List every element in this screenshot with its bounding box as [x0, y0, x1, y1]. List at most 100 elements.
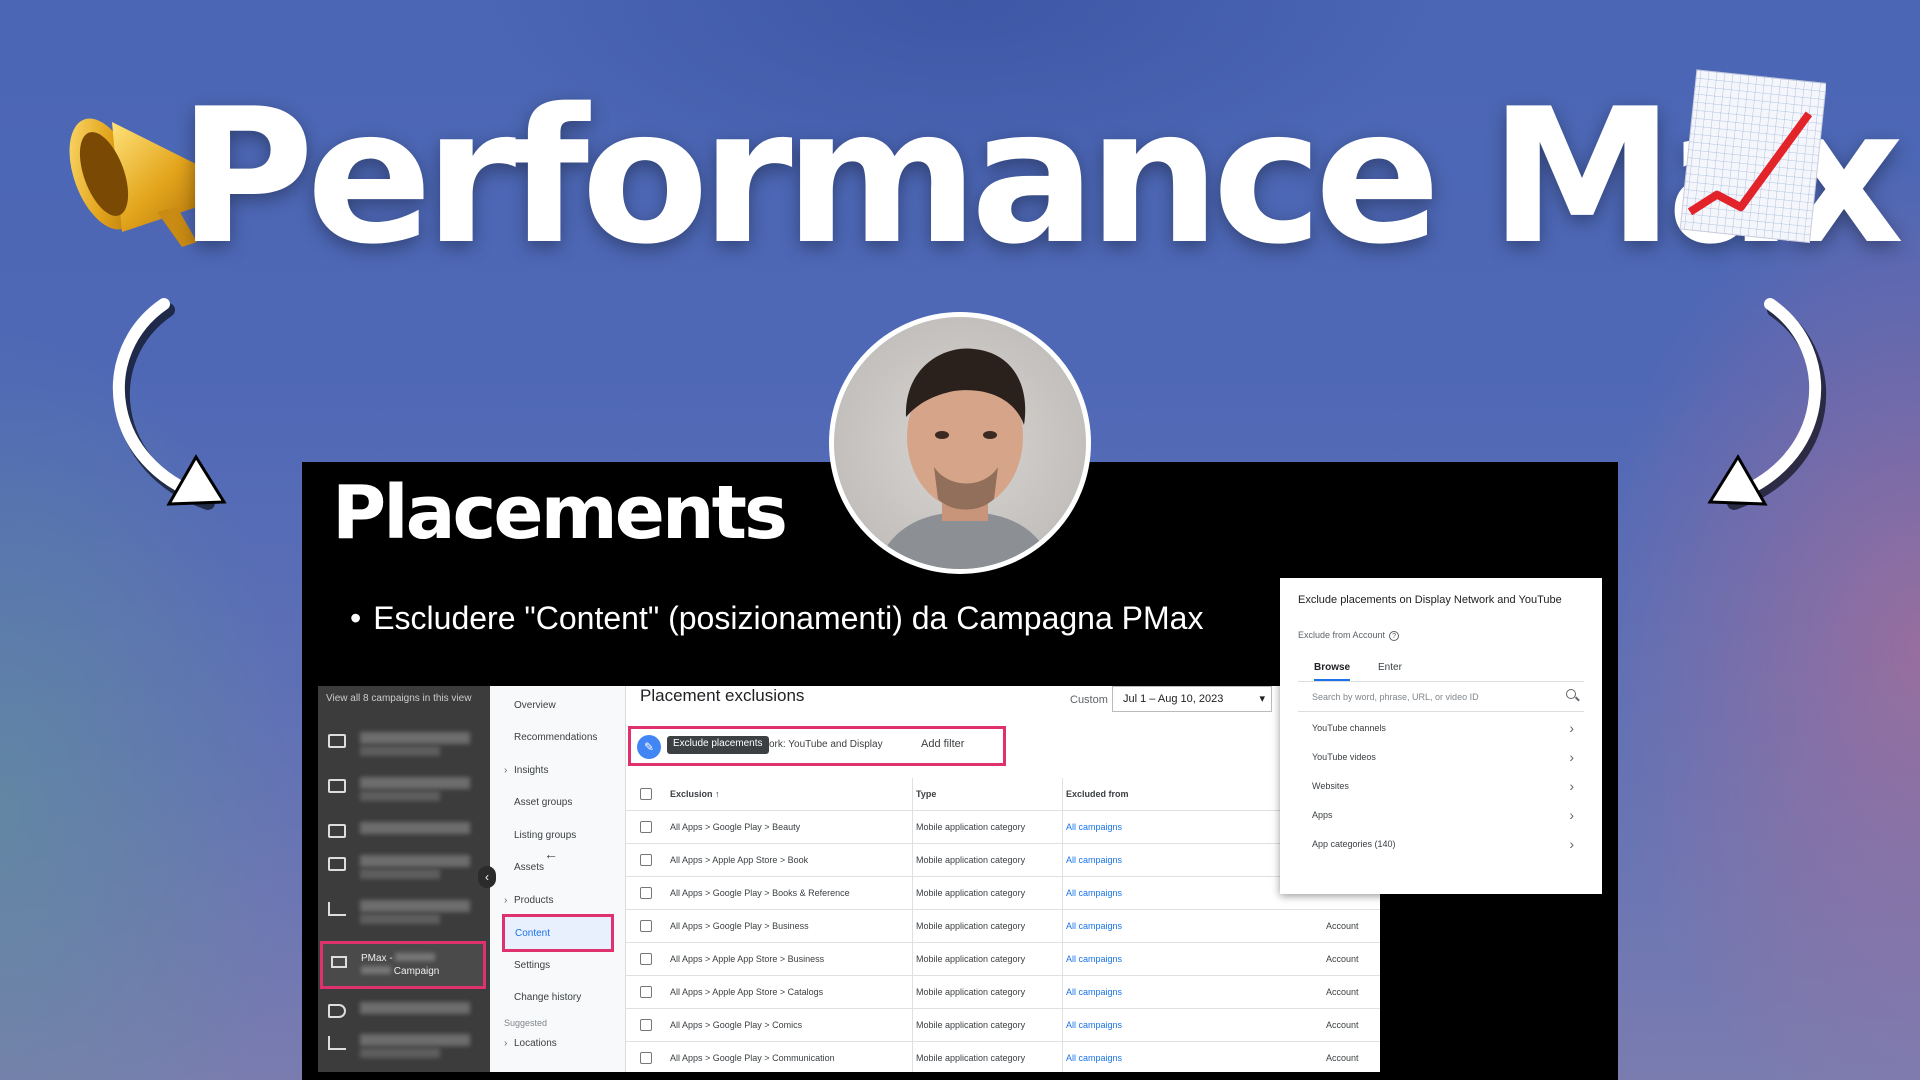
table-row[interactable]: All Apps > Apple App Store > Catalogs Mob… [626, 976, 1380, 1009]
blurred-name [360, 822, 470, 834]
excluded-from-link[interactable]: All campaigns [1066, 888, 1122, 898]
performance-campaign-icon [331, 956, 347, 968]
nav-assets[interactable]: Assets [514, 862, 544, 873]
excluded-from-link[interactable]: All campaigns [1066, 822, 1122, 832]
nav-change-history[interactable]: Change history [514, 992, 581, 1003]
column-label: Exclusion [670, 789, 713, 799]
column-header-exclusion[interactable]: Exclusion ↑ [670, 789, 720, 799]
column-divider [1062, 1009, 1063, 1042]
nav-settings[interactable]: Settings [514, 960, 550, 971]
page-nav: Overview Recommendations Insights Asset … [490, 686, 626, 1072]
column-divider [1062, 811, 1063, 844]
search-campaign-icon [328, 734, 346, 748]
sort-arrow-up-icon: ↑ [715, 789, 720, 799]
add-filter-button[interactable]: Add filter [921, 738, 964, 750]
date-range-selector[interactable]: Jul 1 – Aug 10, 2023 [1112, 686, 1272, 712]
exclusion-cell: All Apps > Apple App Store > Catalogs [670, 987, 824, 997]
nav-content[interactable]: Content [502, 914, 614, 952]
column-header-type[interactable]: Type [916, 789, 936, 799]
nav-locations[interactable]: Locations [504, 1038, 557, 1049]
blurred-name [360, 732, 470, 744]
campaign-item[interactable] [324, 771, 484, 805]
table-row[interactable]: All Apps > Google Play > Comics Mobile ap… [626, 1009, 1380, 1042]
exclusion-cell: All Apps > Apple App Store > Book [670, 855, 809, 865]
row-checkbox[interactable] [640, 953, 652, 965]
search-icon [1566, 689, 1576, 699]
row-checkbox[interactable] [640, 1052, 652, 1064]
chevron-right-icon: › [1569, 836, 1574, 852]
select-all-checkbox[interactable] [640, 788, 652, 800]
nav-insights[interactable]: Insights [504, 765, 549, 776]
campaign-item[interactable] [324, 894, 484, 928]
table-row[interactable]: All Apps > Google Play > Beauty Mobile ap… [626, 811, 1380, 844]
back-arrow-icon[interactable]: ← [544, 846, 558, 862]
column-header-excluded-from[interactable]: Excluded from [1066, 789, 1129, 799]
view-all-campaigns-link[interactable]: View all 8 campaigns in this view [318, 686, 490, 711]
pmax-campaign-item[interactable]: PMax - Campaign [320, 941, 486, 989]
campaign-item[interactable] [324, 726, 484, 760]
panel-category-item[interactable]: YouTube channels › [1298, 714, 1584, 743]
nav-overview[interactable]: Overview [514, 700, 556, 711]
table-row[interactable]: All Apps > Apple App Store > Book Mobile … [626, 844, 1380, 877]
network-filter-chip[interactable]: ork: YouTube and Display [769, 739, 883, 750]
blurred-name [360, 1048, 440, 1058]
blurred-name [360, 791, 440, 801]
panel-category-item[interactable]: Apps › [1298, 801, 1584, 830]
row-checkbox[interactable] [640, 986, 652, 998]
placement-search-input[interactable]: Search by word, phrase, URL, or video ID [1298, 682, 1584, 712]
chevron-right-icon: › [1569, 749, 1574, 765]
row-checkbox[interactable] [640, 887, 652, 899]
column-divider [1062, 1042, 1063, 1072]
type-cell: Mobile application category [916, 1020, 1026, 1030]
blurred-name [361, 966, 391, 974]
chart-increasing-icon [1679, 69, 1826, 244]
campaign-item[interactable] [324, 996, 484, 1030]
column-divider [912, 877, 913, 910]
excluded-from-link[interactable]: All campaigns [1066, 1053, 1122, 1063]
campaign-item[interactable] [324, 849, 484, 883]
table-row[interactable]: All Apps > Apple App Store > Business Mob… [626, 943, 1380, 976]
type-cell: Mobile application category [916, 1053, 1026, 1063]
nav-listing-groups[interactable]: Listing groups [514, 830, 576, 841]
blurred-name [395, 953, 436, 961]
column-divider [912, 1009, 913, 1042]
edit-pencil-button[interactable]: ✎ [637, 735, 661, 759]
table-row[interactable]: All Apps > Google Play > Business Mobile … [626, 910, 1380, 943]
collapse-rail-button[interactable]: ‹ [478, 866, 496, 888]
panel-category-item[interactable]: App categories (140) › [1298, 830, 1584, 859]
nav-recommendations[interactable]: Recommendations [514, 732, 597, 743]
row-checkbox[interactable] [640, 920, 652, 932]
excluded-from-link[interactable]: All campaigns [1066, 1020, 1122, 1030]
curved-arrow-left-icon [112, 298, 227, 510]
excluded-from-link[interactable]: All campaigns [1066, 987, 1122, 997]
tab-enter[interactable]: Enter [1378, 662, 1402, 673]
nav-asset-groups[interactable]: Asset groups [514, 797, 572, 808]
blurred-name [360, 746, 440, 756]
excluded-from-link[interactable]: All campaigns [1066, 921, 1122, 931]
row-checkbox[interactable] [640, 854, 652, 866]
curved-arrow-right-icon [1707, 298, 1827, 510]
tab-browse[interactable]: Browse [1314, 662, 1351, 681]
search-campaign-icon [328, 824, 346, 838]
excluded-from-link[interactable]: All campaigns [1066, 954, 1122, 964]
table-header: Exclusion ↑ Type Excluded from [626, 778, 1380, 811]
row-checkbox[interactable] [640, 1019, 652, 1031]
column-divider [912, 811, 913, 844]
table-row[interactable]: All Apps > Google Play > Books & Referen… [626, 877, 1380, 910]
panel-category-item[interactable]: Websites › [1298, 772, 1584, 801]
campaign-item[interactable] [324, 1028, 484, 1062]
type-cell: Mobile application category [916, 888, 1026, 898]
column-divider [1062, 778, 1063, 811]
help-icon[interactable]: ? [1389, 631, 1400, 641]
excluded-from-link[interactable]: All campaigns [1066, 855, 1122, 865]
search-placeholder: Search by word, phrase, URL, or video ID [1312, 692, 1479, 702]
table-row[interactable]: All Apps > Google Play > Communication Mo… [626, 1042, 1380, 1072]
row-checkbox[interactable] [640, 821, 652, 833]
nav-suggested-heading: Suggested [504, 1018, 548, 1028]
campaign-item[interactable] [324, 816, 484, 850]
search-campaign-icon [328, 857, 346, 871]
blurred-name [360, 855, 470, 867]
nav-products[interactable]: Products [504, 895, 554, 906]
exclusion-cell: All Apps > Apple App Store > Business [670, 954, 825, 964]
panel-category-item[interactable]: YouTube videos › [1298, 743, 1584, 772]
